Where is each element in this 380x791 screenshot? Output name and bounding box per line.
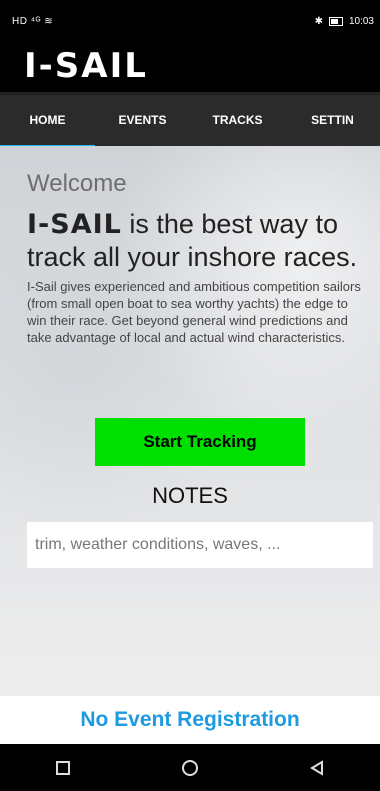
square-icon	[56, 760, 71, 775]
recent-apps-button[interactable]	[43, 748, 83, 788]
back-button[interactable]	[297, 748, 337, 788]
app-logo: I-SAIL	[24, 46, 148, 86]
notes-title: NOTES	[152, 483, 228, 508]
app-bar: I-SAIL	[0, 40, 380, 92]
home-content: Welcome I-SAIL is the best way to track …	[0, 146, 380, 696]
status-right: ✱ 10:03	[315, 16, 374, 27]
event-registration-text: No Event Registration	[80, 708, 300, 731]
bluetooth-icon: ✱	[314, 16, 323, 27]
tab-bar: HOME EVENTS TRACKS SETTIN	[0, 92, 380, 149]
tab-home[interactable]: HOME	[0, 95, 95, 149]
circle-icon	[181, 759, 198, 776]
tab-tracks[interactable]: TRACKS	[190, 95, 285, 149]
triangle-back-icon	[309, 759, 323, 776]
event-registration-bar[interactable]: No Event Registration	[0, 696, 380, 744]
home-button[interactable]	[170, 748, 210, 788]
status-bar: HD ⁴ᴳ ≋ ✱ 10:03	[0, 0, 380, 40]
start-tracking-button[interactable]: Start Tracking	[95, 418, 305, 466]
headline: I-SAIL is the best way to track all your…	[27, 208, 372, 273]
tab-events[interactable]: EVENTS	[95, 95, 190, 149]
status-time: 10:03	[348, 16, 374, 27]
description-text: I-Sail gives experienced and ambitious c…	[27, 279, 361, 345]
battery-icon	[328, 17, 343, 26]
welcome-text: Welcome	[27, 170, 127, 197]
tab-settings[interactable]: SETTIN	[285, 95, 380, 149]
system-nav-bar	[0, 744, 380, 791]
headline-brand: I-SAIL	[27, 209, 122, 240]
notes-input[interactable]	[27, 522, 373, 568]
status-signal-text: HD ⁴ᴳ ≋	[12, 16, 54, 27]
